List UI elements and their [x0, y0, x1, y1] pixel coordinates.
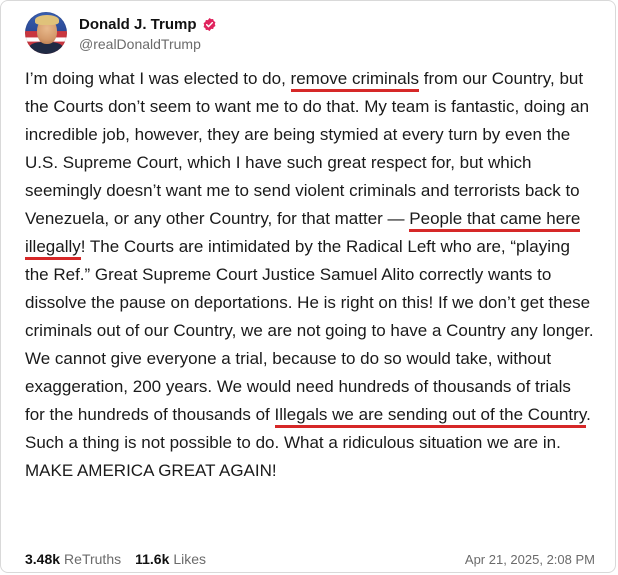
retruths-label: ReTruths — [64, 551, 122, 567]
name-row: Donald J. Trump — [79, 14, 217, 34]
verified-badge-shape — [203, 17, 215, 31]
likes-count: 11.6k — [135, 551, 170, 567]
retruths-stat[interactable]: 3.48k ReTruths — [25, 551, 121, 567]
post-footer: 3.48k ReTruths 11.6k Likes Apr 21, 2025, 2… — [25, 551, 595, 567]
post-stats: 3.48k ReTruths 11.6k Likes — [25, 551, 220, 567]
post-card: Donald J. Trump @realDonaldTrump I’m doi… — [0, 0, 616, 573]
post-text-segment: ! The Courts are intimidated by the Radi… — [25, 237, 594, 424]
post-body: I’m doing what I was elected to do, remo… — [25, 65, 595, 485]
avatar[interactable] — [25, 12, 67, 54]
post-header: Donald J. Trump @realDonaldTrump — [25, 12, 217, 54]
highlighted-phrase: remove criminals — [290, 69, 420, 92]
likes-label: Likes — [173, 551, 207, 567]
retruths-count: 3.48k — [25, 551, 61, 567]
verified-badge-icon — [202, 17, 217, 32]
post-text-segment: I’m doing what I was elected to do, — [25, 69, 291, 88]
highlighted-phrase: Illegals we are sending out of the Count… — [274, 405, 587, 428]
author-display-name[interactable]: Donald J. Trump — [79, 16, 197, 33]
author-handle[interactable]: @realDonaldTrump — [79, 36, 217, 52]
post-text-segment: from our Country, but the Courts don’t s… — [25, 69, 590, 228]
avatar-hair — [35, 15, 59, 25]
author-info: Donald J. Trump @realDonaldTrump — [79, 14, 217, 52]
likes-stat[interactable]: 11.6k Likes — [135, 551, 206, 567]
post-timestamp[interactable]: Apr 21, 2025, 2:08 PM — [465, 552, 595, 567]
